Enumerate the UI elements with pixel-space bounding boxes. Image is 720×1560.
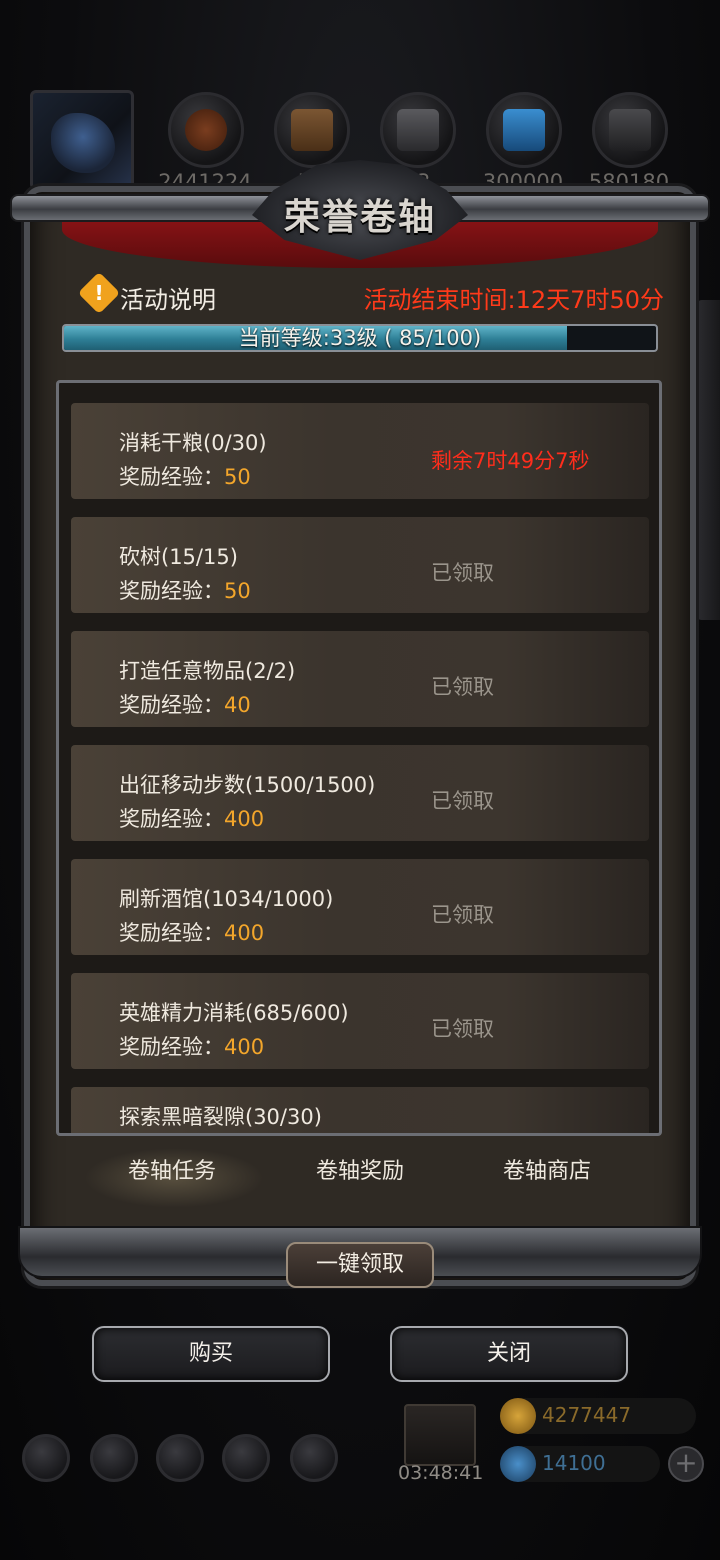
reward-label: 奖励经验： [119,1035,224,1059]
task-reward: 奖励经验：40 [119,689,251,719]
task-row: 探索黑暗裂隙(30/30) [71,1087,649,1133]
reward-label: 奖励经验： [119,921,224,945]
gem-icon [500,1446,536,1482]
iron-resource-icon [380,92,456,168]
tab-scroll-rewards[interactable]: 卷轴奖励 [270,1144,450,1200]
task-claimed-status: 已领取 [431,789,494,813]
activity-info-link[interactable]: 活动说明 [120,280,216,315]
gift-box-icon[interactable] [404,1404,476,1466]
scroll-icon[interactable] [156,1434,204,1482]
settings-gear-icon[interactable] [22,1434,70,1482]
task-row: 刷新酒馆(1034/1000) 奖励经验：400 已领取 [71,859,649,955]
task-name: 打造任意物品(2/2) [119,659,296,683]
reward-value: 50 [224,465,251,489]
hero-portrait[interactable] [30,90,134,190]
tab-scroll-tasks[interactable]: 卷轴任务 [82,1144,262,1200]
reward-label: 奖励经验： [119,579,224,603]
task-name: 砍树(15/15) [119,545,238,569]
task-row: 打造任意物品(2/2) 奖励经验：40 已领取 [71,631,649,727]
task-list[interactable]: 消耗干粮(0/30) 奖励经验：50 剩余7时49分7秒 砍树(15/15) 奖… [56,380,662,1136]
info-warning-icon[interactable]: ! [77,271,121,315]
task-name: 刷新酒馆(1034/1000) [119,887,334,911]
activity-end-time: 活动结束时间:12天7时50分 [363,286,664,314]
task-claimed-status: 已领取 [431,561,494,585]
reward-value: 50 [224,579,251,603]
gem-amount: 14100 [542,1451,606,1475]
task-countdown: 剩余7时49分7秒 [431,449,590,473]
task-reward: 奖励经验：400 [119,917,264,947]
side-tabs [696,300,720,620]
stone-resource-icon [592,92,668,168]
add-currency-button[interactable]: + [668,1446,704,1482]
task-reward: 奖励经验：50 [119,461,251,491]
task-row: 消耗干粮(0/30) 奖励经验：50 剩余7时49分7秒 [71,403,649,499]
crystal-resource-icon [486,92,562,168]
level-progress-bar: 当前等级:33级 ( 85/100) [62,324,658,352]
food-resource-icon [168,92,244,168]
reward-value: 400 [224,921,265,945]
panel-title: 荣誉卷轴 [283,196,436,238]
gem-currency: 14100 [500,1446,660,1482]
mail-icon[interactable] [222,1434,270,1482]
task-claimed-status: 已领取 [431,675,494,699]
achievement-icon[interactable] [90,1434,138,1482]
tab-scroll-shop[interactable]: 卷轴商店 [457,1144,637,1200]
gold-amount: 4277447 [542,1403,632,1427]
close-button[interactable]: 关闭 [390,1326,628,1382]
task-reward: 奖励经验：400 [119,1031,264,1061]
task-reward: 奖励经验：50 [119,575,251,605]
reward-value: 400 [224,807,265,831]
reward-value: 400 [224,1035,265,1059]
claim-all-button[interactable]: 一键领取 [286,1242,434,1288]
dragon-icon [51,113,115,173]
reward-label: 奖励经验： [119,693,224,717]
task-claimed-status: 已领取 [431,1017,494,1041]
reward-label: 奖励经验： [119,807,224,831]
level-progress-text: 当前等级:33级 ( 85/100) [238,326,482,350]
task-row: 英雄精力消耗(685/600) 奖励经验：400 已领取 [71,973,649,1069]
gold-currency: 4277447 [500,1398,696,1434]
task-claimed-status: 已领取 [431,903,494,927]
reward-value: 40 [224,693,251,717]
buy-button[interactable]: 购买 [92,1326,330,1382]
task-row: 砍树(15/15) 奖励经验：50 已领取 [71,517,649,613]
task-name: 消耗干粮(0/30) [119,431,267,455]
gift-timer: 03:48:41 [398,1462,484,1484]
task-name: 英雄精力消耗(685/600) [119,1001,349,1025]
wood-resource-icon [274,92,350,168]
reward-label: 奖励经验： [119,465,224,489]
gold-coin-icon [500,1398,536,1434]
task-name: 探索黑暗裂隙(30/30) [119,1105,322,1129]
task-row: 出征移动步数(1500/1500) 奖励经验：400 已领取 [71,745,649,841]
task-reward: 奖励经验：400 [119,803,264,833]
task-name: 出征移动步数(1500/1500) [119,773,376,797]
map-icon[interactable] [290,1434,338,1482]
